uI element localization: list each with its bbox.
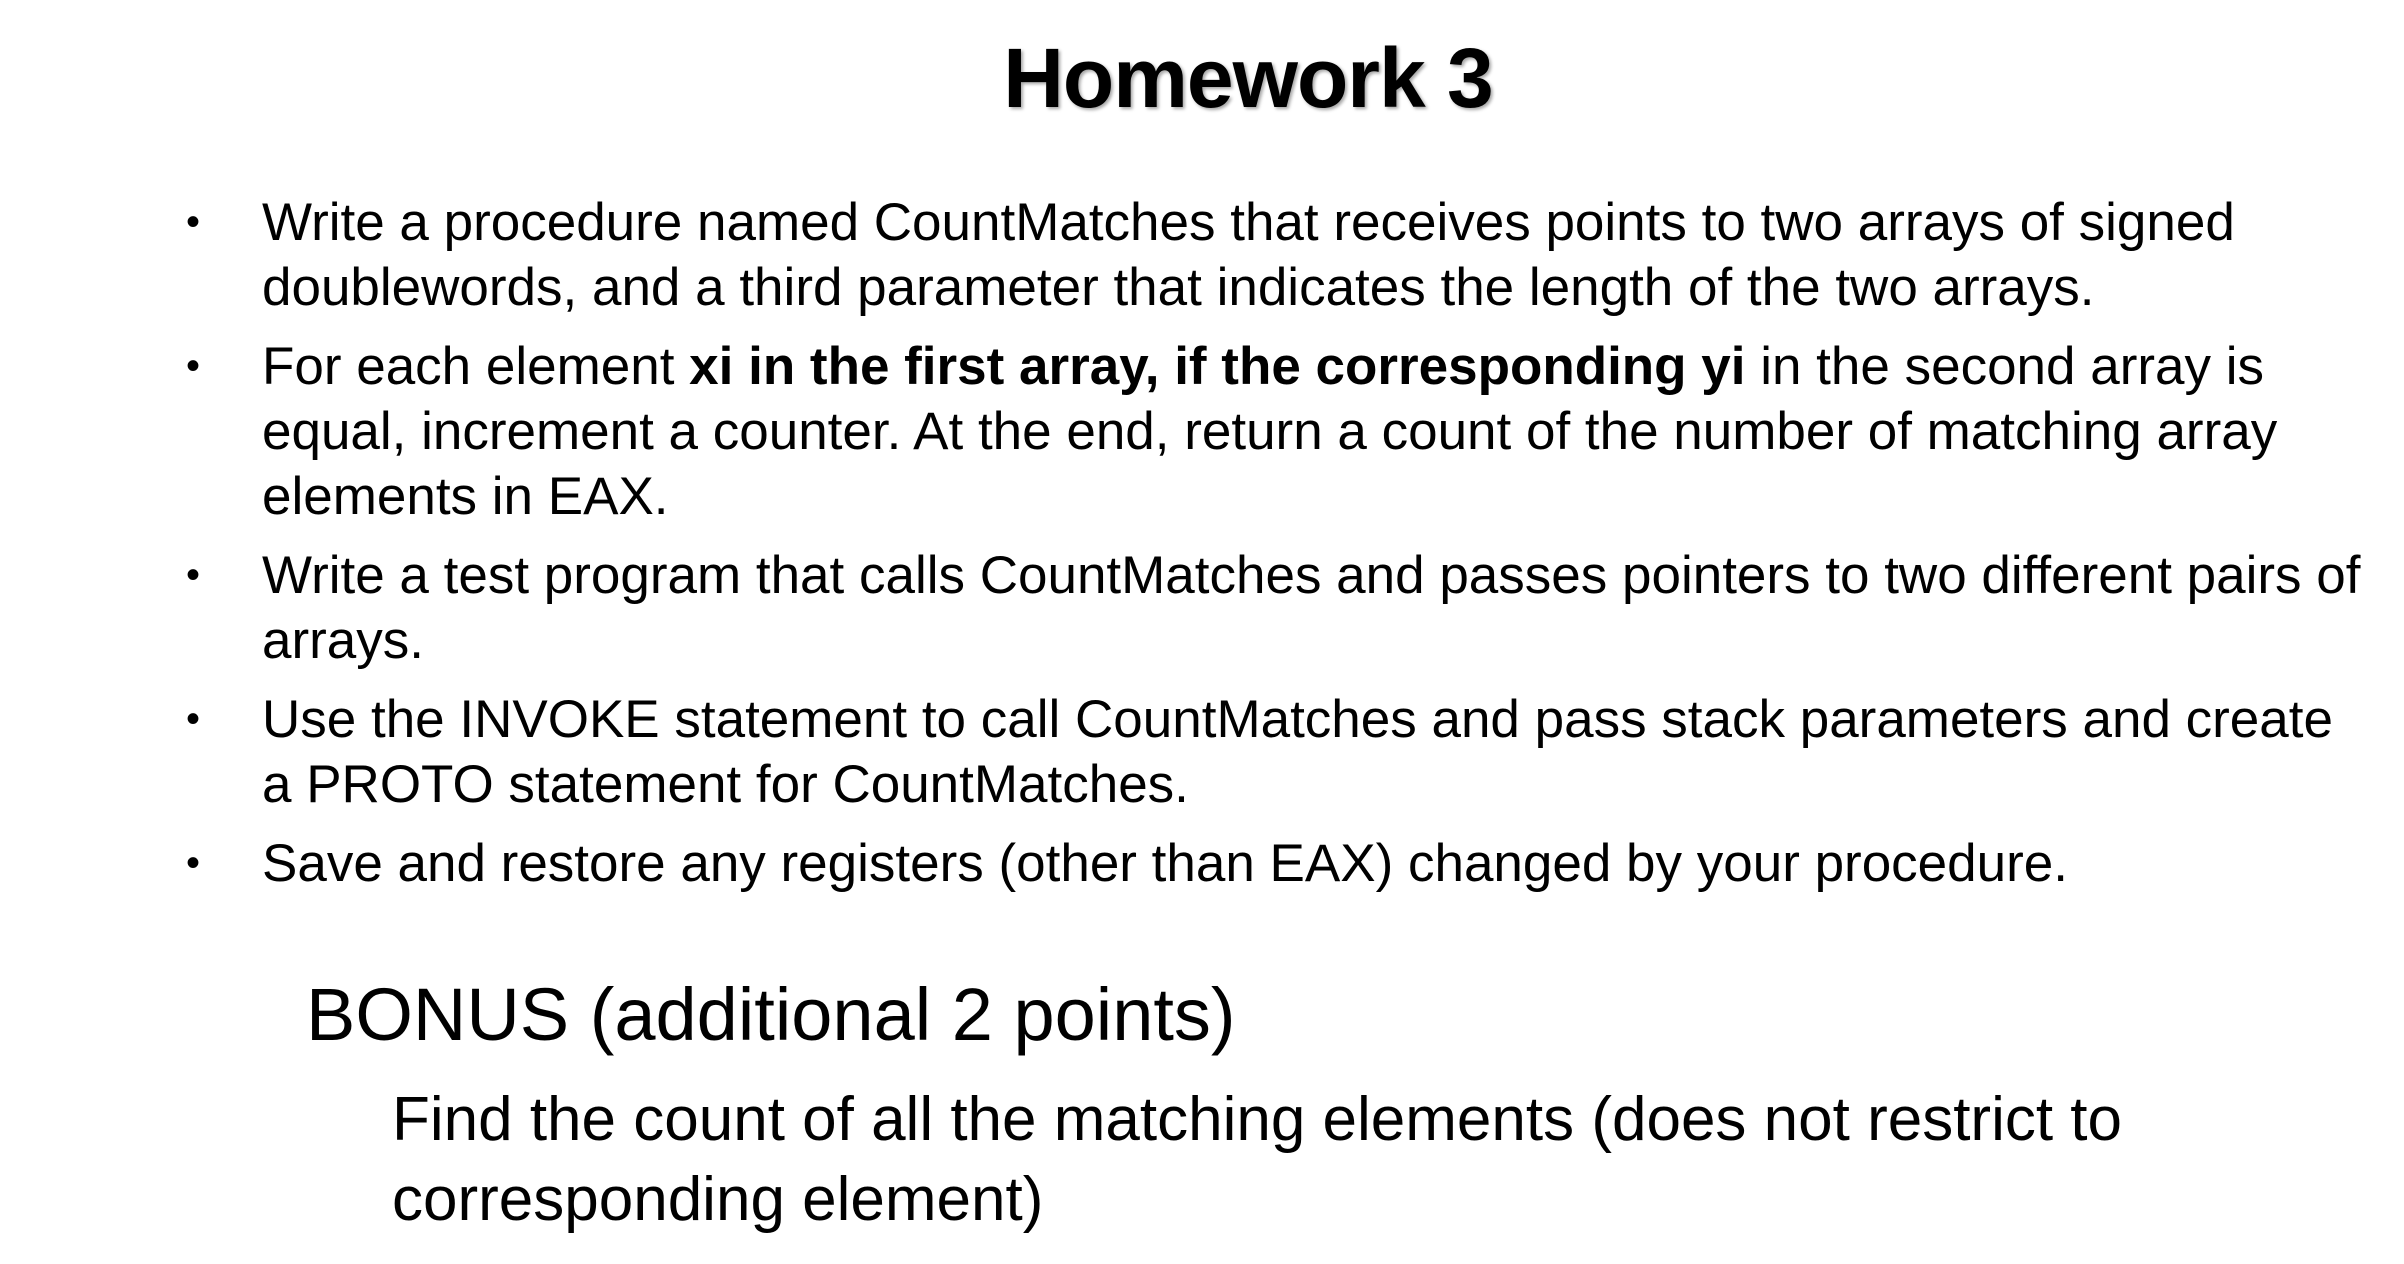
list-item-text: Write a test program that calls CountMat… — [262, 546, 2361, 670]
document-page: Homework 3 • Write a procedure named Cou… — [0, 0, 2404, 1264]
list-item-text: For each element — [262, 337, 690, 396]
bullet-icon: • — [186, 200, 201, 244]
list-item: • Save and restore any registers (other … — [176, 831, 2376, 896]
requirements-list: • Write a procedure named CountMatches t… — [176, 190, 2376, 910]
bullet-icon: • — [186, 344, 201, 388]
list-item-text: Save and restore any registers (other th… — [262, 834, 2068, 893]
bullet-icon: • — [186, 553, 201, 597]
list-item: • For each element xi in the first array… — [176, 334, 2376, 529]
bonus-description: Find the count of all the matching eleme… — [392, 1085, 2123, 1234]
bullet-icon: • — [186, 697, 201, 741]
list-item: • Write a procedure named CountMatches t… — [176, 190, 2376, 320]
bonus-heading: BONUS (additional 2 points) — [306, 973, 1236, 1056]
page-title: Homework 3 — [1003, 31, 1494, 125]
list-item-bold-text: xi in the first array, if the correspond… — [689, 337, 1746, 396]
list-item-text: Use the INVOKE statement to call CountMa… — [262, 690, 2333, 814]
list-item-text: Write a procedure named CountMatches tha… — [262, 193, 2235, 317]
bullet-icon: • — [186, 841, 201, 885]
list-item: • Use the INVOKE statement to call Count… — [176, 687, 2376, 817]
list-item: • Write a test program that calls CountM… — [176, 543, 2376, 673]
